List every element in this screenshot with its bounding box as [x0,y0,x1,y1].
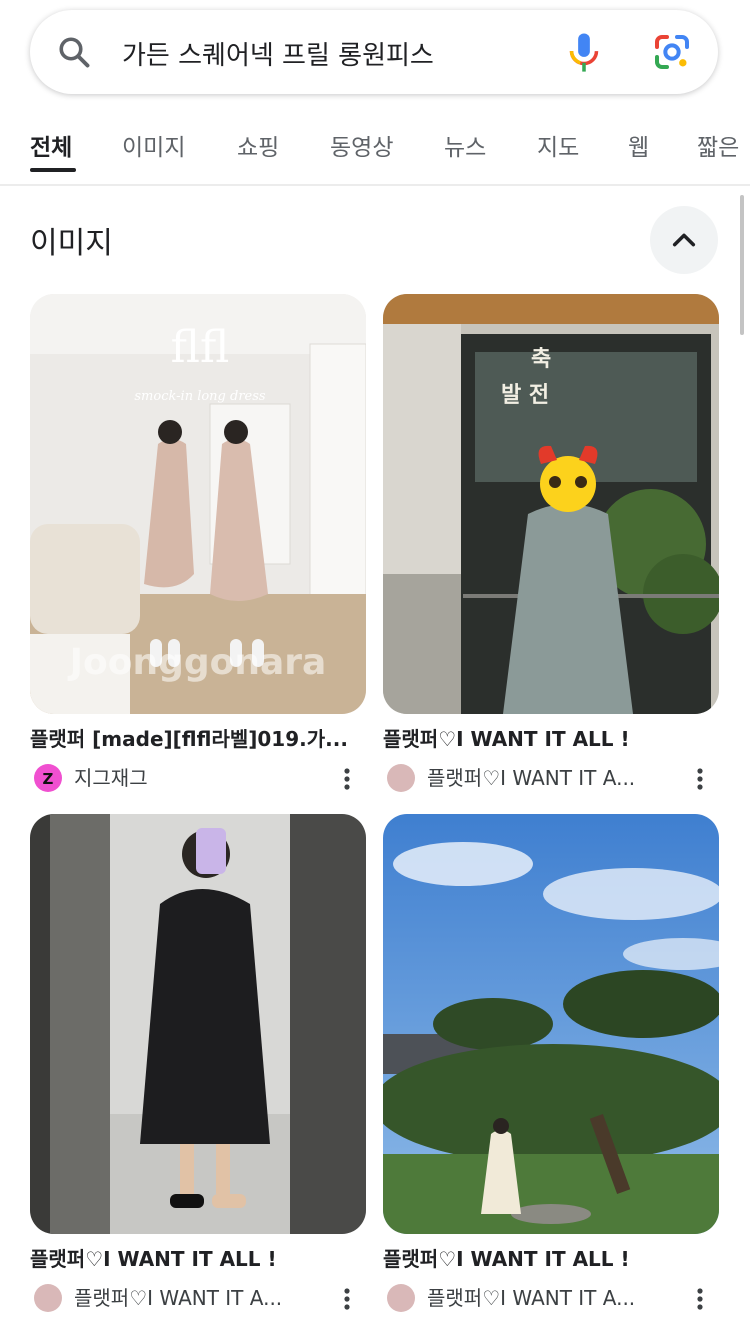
source-avatar [387,1284,415,1312]
watermark-text: Joonggonara [67,642,327,683]
more-vert-icon[interactable] [336,766,358,792]
collapse-button[interactable] [650,206,718,274]
result-title[interactable]: 플랫퍼♡I WANT IT ALL ! [383,726,719,752]
source-avatar: Z [34,764,62,792]
tab-short-videos[interactable]: 짧은 [697,128,739,162]
result-image[interactable]: flfl smock-in long dress Joonggonara [30,294,366,714]
tab-news[interactable]: 뉴스 [444,128,486,162]
chevron-up-icon [672,233,696,247]
more-vert-icon[interactable] [689,766,711,792]
avatar-letter: Z [43,770,54,788]
result-title[interactable]: 플랫퍼 [made][flfl라벨]019.가... [30,726,366,752]
image-result-card[interactable]: 플랫퍼♡I WANT IT ALL ! 플랫퍼♡I WANT IT A... [30,814,366,1314]
search-icon [59,37,90,68]
search-tabs: 전체 이미지 쇼핑 동영상 뉴스 지도 웹 짧은 [0,118,750,184]
result-image[interactable] [383,814,719,1234]
image-overlay-text: 발 전 [501,383,549,408]
camera-lens-icon[interactable] [652,32,692,72]
search-bar[interactable]: 가든 스퀘어넥 프릴 롱원피스 [30,10,718,94]
source-name: 플랫퍼♡I WANT IT A... [427,766,636,790]
more-vert-icon[interactable] [336,1286,358,1312]
section-title: 이미지 [30,226,113,261]
result-title[interactable]: 플랫퍼♡I WANT IT ALL ! [383,1246,719,1272]
image-overlay-text: flfl [171,322,230,373]
source-avatar [34,1284,62,1312]
image-result-card[interactable]: flfl smock-in long dress Joonggonara 플랫퍼… [30,294,366,794]
source-avatar [387,764,415,792]
image-overlay-text: 축 [531,347,551,372]
result-source[interactable]: 플랫퍼♡I WANT IT A... [383,762,719,794]
result-image[interactable]: 축 발 전 [383,294,719,714]
source-name: 플랫퍼♡I WANT IT A... [427,1286,636,1310]
tab-web[interactable]: 웹 [628,128,649,162]
source-name: 플랫퍼♡I WANT IT A... [74,1286,283,1310]
active-tab-indicator [30,168,76,172]
search-input[interactable]: 가든 스퀘어넥 프릴 롱원피스 [122,35,434,72]
tabs-divider [0,184,750,186]
tab-maps[interactable]: 지도 [537,128,579,162]
tab-images[interactable]: 이미지 [122,128,185,162]
result-source[interactable]: 플랫퍼♡I WANT IT A... [30,1282,366,1314]
result-image[interactable] [30,814,366,1234]
result-title[interactable]: 플랫퍼♡I WANT IT ALL ! [30,1246,366,1272]
result-source[interactable]: Z 지그재그 [30,762,366,794]
image-overlay-subtext: smock-in long dress [134,389,266,404]
tab-shopping[interactable]: 쇼핑 [237,128,279,162]
image-result-card[interactable]: 플랫퍼♡I WANT IT ALL ! 플랫퍼♡I WANT IT A... [383,814,719,1314]
more-vert-icon[interactable] [689,1286,711,1312]
source-name: 지그재그 [74,766,148,790]
result-source[interactable]: 플랫퍼♡I WANT IT A... [383,1282,719,1314]
image-result-card[interactable]: 축 발 전 플랫퍼♡I WANT IT ALL ! 플랫퍼♡I WANT IT … [383,294,719,794]
scrollbar[interactable] [740,195,744,335]
mic-icon[interactable] [566,32,602,76]
tab-all[interactable]: 전체 [30,128,72,162]
tab-videos[interactable]: 동영상 [330,128,393,162]
